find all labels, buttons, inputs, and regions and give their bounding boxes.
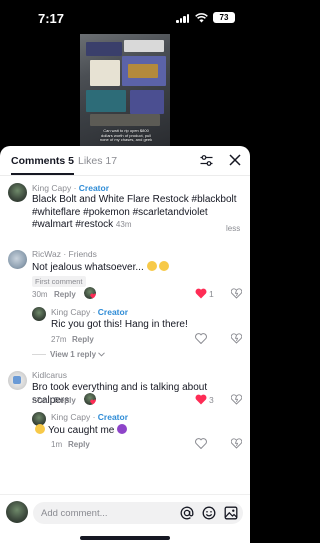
comments-sheet: Comments 5 Likes 17 King Capy · Creator … [0,146,250,543]
grimace-emoji [159,261,170,271]
reply-button[interactable]: Reply [54,396,76,405]
comments-header: Comments 5 Likes 17 [0,146,250,176]
comment-input[interactable] [41,502,176,524]
comment-username[interactable]: King Capy · Creator [51,307,128,317]
like-count: 3 [209,395,214,405]
avatar[interactable] [32,307,46,321]
wifi-icon [195,13,208,23]
dislike-icon[interactable] [231,393,242,405]
like-heart-icon[interactable] [195,438,207,449]
comment-time: 30m [32,290,48,299]
reply-button[interactable]: Reply [68,440,90,449]
like-heart-icon[interactable] [195,394,207,405]
reply-button[interactable]: Reply [54,290,76,299]
like-heart-icon[interactable] [195,333,207,344]
creator-liked-icon [84,287,96,299]
creator-badge: Creator [78,183,110,193]
comment-time: 27m [32,396,48,405]
status-bar: 7:17 73 [0,0,250,34]
dislike-icon[interactable] [231,437,242,449]
at-icon[interactable] [180,506,194,520]
comment-input-box[interactable] [33,502,243,524]
emoji-icon[interactable] [202,506,216,520]
comment-username[interactable]: RicWaz · Friends [32,249,97,259]
creator-badge: Creator [97,412,129,422]
comment-time: 1m [51,440,63,449]
tab-comments[interactable]: Comments 5 [11,155,75,175]
home-indicator [80,536,170,540]
avatar[interactable] [8,183,27,202]
battery-icon: 73 [213,12,235,23]
close-icon[interactable] [228,153,242,167]
status-time: 7:17 [38,11,65,26]
tab-likes[interactable]: Likes 17 [78,155,117,167]
filter-icon[interactable] [200,154,213,167]
grin-sweat-emoji [35,424,45,434]
creator-badge: Creator [97,307,129,317]
comment-username[interactable]: King Capy · Creator [51,412,128,422]
comment-text: Ric you got this! Hang in there! [51,319,188,330]
my-avatar [6,501,28,523]
video-caption: Can wait to rip open $800 dollars worth … [99,128,153,143]
signal-icon [176,14,190,23]
comment-username[interactable]: King Capy · Creator [32,183,109,193]
avatar[interactable] [8,250,27,269]
comment-time: 27m [51,335,67,344]
comment-text: Not jealous whatsoever... [32,261,170,275]
image-icon[interactable] [224,506,238,520]
dislike-icon[interactable] [231,332,242,344]
video-player[interactable]: Can wait to rip open $800 dollars worth … [0,34,250,146]
like-heart-icon[interactable] [195,288,207,299]
like-count: 1 [209,289,214,299]
divider [32,354,46,355]
reply-button[interactable]: Reply [72,335,94,344]
view-replies-button[interactable]: View 1 reply [50,350,106,359]
less-toggle[interactable]: less [226,224,240,233]
sweat-smile-emoji [146,261,157,271]
comment-input-bar [0,494,250,543]
comment-username[interactable]: Kidlcarus [32,370,67,380]
dislike-icon[interactable] [231,287,242,299]
comment-text: Black Bolt and White Flare Restock #blac… [32,194,237,230]
comment-time: 43m [115,220,132,229]
video-thumbnail: Can wait to rip open $800 dollars worth … [80,34,170,146]
comment-text: You caught me [35,424,128,438]
first-comment-pill: First comment [32,276,86,287]
chevron-down-icon [98,352,106,357]
avatar[interactable] [8,371,27,390]
smiling-devil-emoji [117,424,128,434]
creator-liked-icon [84,393,96,405]
